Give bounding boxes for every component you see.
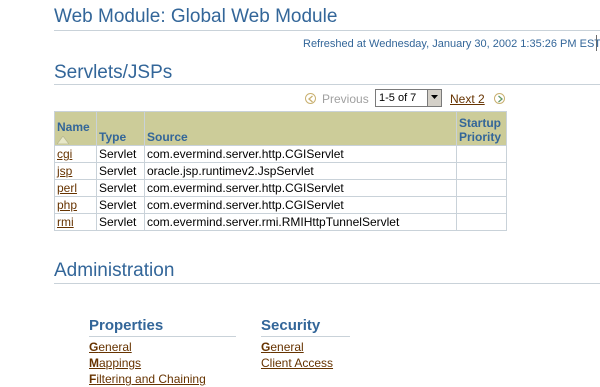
servlets-divider	[54, 84, 600, 85]
security-general-link[interactable]: General	[261, 340, 304, 354]
table-row: cgi Servlet com.evermind.server.http.CGI…	[54, 145, 507, 163]
servlets-table: Name Type Source Startup Priority cgi Se…	[54, 111, 507, 231]
refresh-button-edge[interactable]	[596, 35, 597, 51]
previous-arrow-icon	[305, 93, 316, 104]
properties-mappings-link[interactable]: Mappings	[89, 356, 141, 370]
servlet-name-cell: perl	[54, 179, 97, 197]
servlet-link-cgi[interactable]: cgi	[57, 147, 72, 161]
table-row: rmi Servlet com.evermind.server.rmi.RMIH…	[54, 213, 507, 231]
servlet-source-cell: com.evermind.server.http.CGIServlet	[144, 145, 457, 163]
column-header-name-label: Name	[57, 120, 90, 134]
properties-general-link[interactable]: General	[89, 340, 132, 354]
dropdown-arrow-icon[interactable]	[427, 90, 441, 106]
table-row: jsp Servlet oracle.jsp.runtimev2.JspServ…	[54, 162, 507, 180]
column-header-priority-label: Priority	[459, 130, 502, 144]
servlet-source-cell: com.evermind.server.http.CGIServlet	[144, 196, 457, 214]
servlet-priority-cell	[456, 162, 507, 180]
link-text: appings	[99, 356, 142, 370]
servlets-heading: Servlets/JSPs	[54, 62, 173, 83]
servlet-name-cell: php	[54, 196, 97, 214]
link-text: eneral	[270, 340, 304, 354]
range-select[interactable]: 1-5 of 7	[375, 89, 442, 107]
next-link[interactable]: Next 2	[450, 92, 485, 106]
servlet-name-cell: rmi	[54, 213, 97, 231]
refreshed-timestamp: Refreshed at Wednesday, January 30, 2002…	[303, 38, 600, 50]
security-client-access-link[interactable]: Client Access	[261, 356, 333, 370]
previous-link: Previous	[322, 92, 369, 106]
administration-heading: Administration	[54, 260, 175, 281]
accelerator-key: M	[89, 356, 99, 370]
sort-ascending-icon	[57, 136, 69, 144]
servlet-name-cell: cgi	[54, 145, 97, 163]
servlet-type-cell: Servlet	[96, 213, 145, 231]
title-divider	[54, 30, 600, 31]
servlet-priority-cell	[456, 179, 507, 197]
properties-heading: Properties	[89, 317, 164, 334]
servlet-type-cell: Servlet	[96, 145, 145, 163]
security-divider	[261, 336, 350, 337]
servlet-type-cell: Servlet	[96, 179, 145, 197]
table-row: perl Servlet com.evermind.server.http.CG…	[54, 179, 507, 197]
column-header-startup-priority: Startup Priority	[456, 111, 507, 146]
accelerator-key: G	[261, 340, 271, 354]
link-text: eneral	[98, 340, 132, 354]
page-title: Web Module: Global Web Module	[54, 6, 338, 27]
properties-filtering-link[interactable]: Filtering and Chaining	[89, 372, 206, 386]
servlet-priority-cell	[456, 213, 507, 231]
servlet-type-cell: Servlet	[96, 162, 145, 180]
servlet-type-cell: Servlet	[96, 196, 145, 214]
administration-divider	[54, 283, 600, 284]
security-heading: Security	[261, 317, 321, 334]
servlet-priority-cell	[456, 145, 507, 163]
link-text: Client Access	[261, 356, 334, 370]
servlet-name-cell: jsp	[54, 162, 97, 180]
link-text: iltering and Chaining	[96, 372, 206, 386]
column-header-startup-label: Startup	[459, 116, 501, 130]
servlet-source-cell: com.evermind.server.rmi.RMIHttpTunnelSer…	[144, 213, 457, 231]
servlet-link-jsp[interactable]: jsp	[57, 164, 72, 178]
column-header-type: Type	[96, 111, 145, 146]
table-header-row: Name Type Source Startup Priority	[54, 111, 507, 146]
next-arrow-icon[interactable]	[494, 93, 505, 104]
servlet-link-rmi[interactable]: rmi	[57, 215, 74, 229]
column-header-source: Source	[144, 111, 457, 146]
range-select-value: 1-5 of 7	[379, 92, 417, 104]
servlet-source-cell: com.evermind.server.http.CGIServlet	[144, 179, 457, 197]
servlet-source-cell: oracle.jsp.runtimev2.JspServlet	[144, 162, 457, 180]
servlet-link-perl[interactable]: perl	[57, 181, 77, 195]
accelerator-key: G	[89, 340, 99, 354]
properties-divider	[89, 336, 236, 337]
servlet-priority-cell	[456, 196, 507, 214]
table-row: php Servlet com.evermind.server.http.CGI…	[54, 196, 507, 214]
servlet-link-php[interactable]: php	[57, 198, 77, 212]
column-header-name[interactable]: Name	[54, 111, 97, 146]
